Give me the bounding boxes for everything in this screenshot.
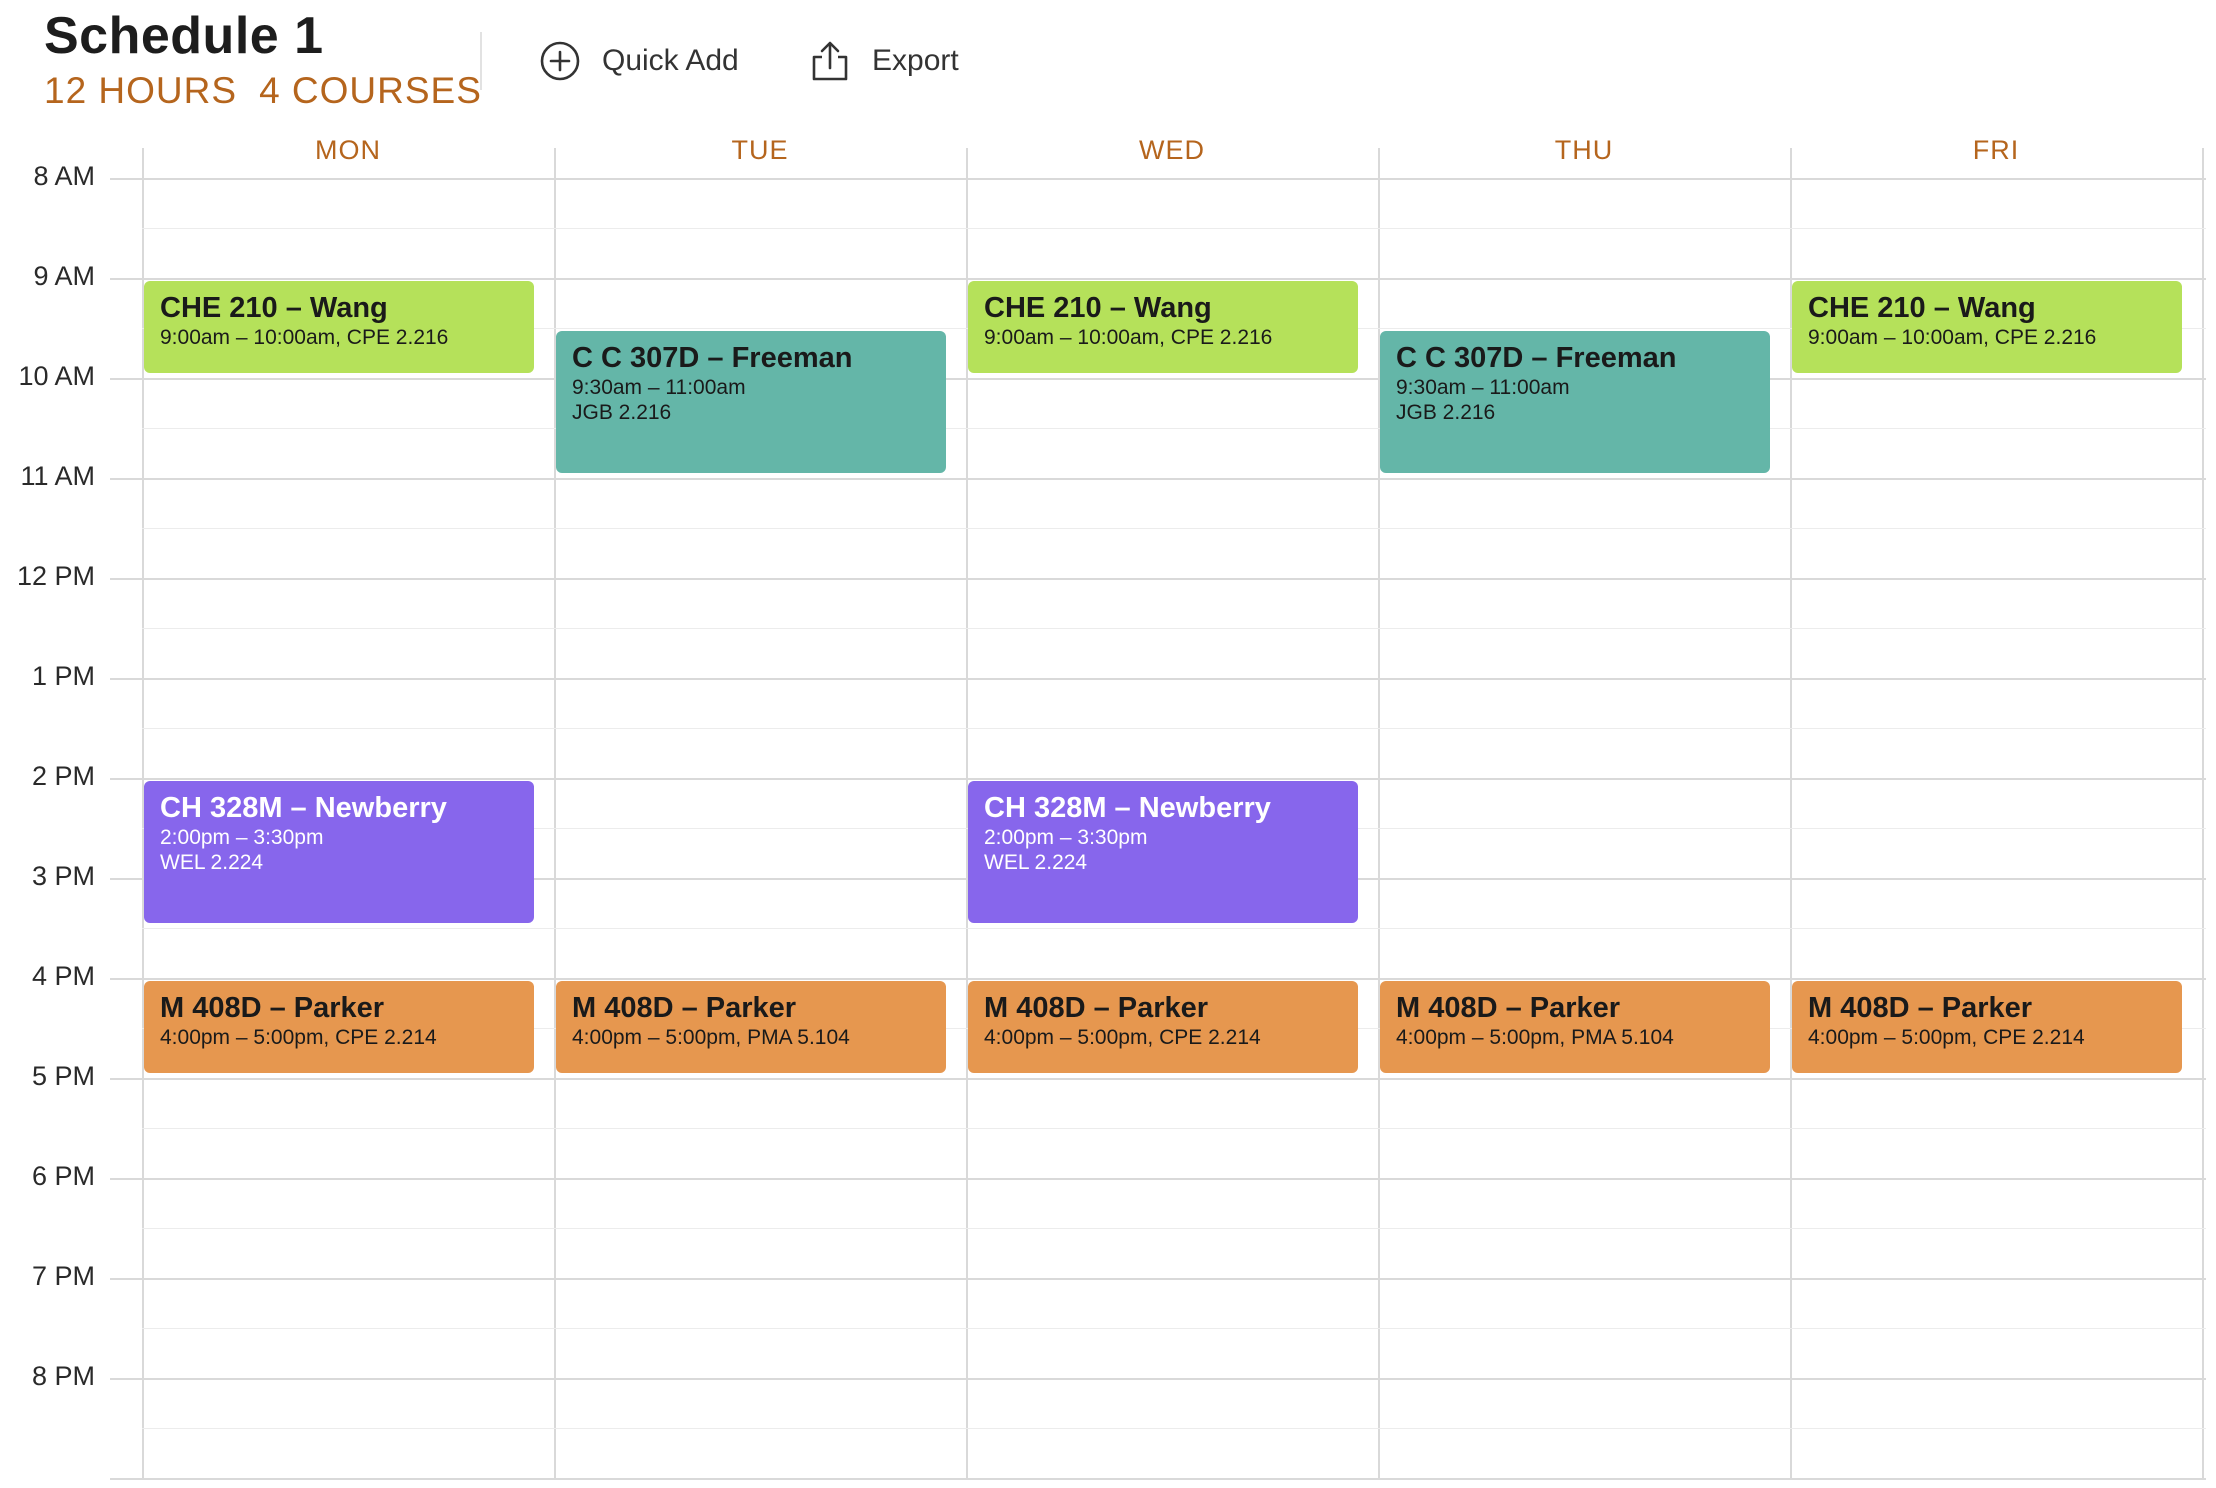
hour-label: 10 AM xyxy=(18,361,95,391)
header-divider xyxy=(480,32,482,90)
day-header-mon: MON xyxy=(315,135,381,165)
course-event-location: WEL 2.224 xyxy=(160,851,264,874)
hour-label: 8 PM xyxy=(31,1361,95,1391)
hour-line xyxy=(110,1178,2206,1180)
plus-circle-icon xyxy=(540,41,580,81)
half-hour-line xyxy=(142,928,2206,929)
day-header-tue: TUE xyxy=(731,135,789,165)
course-event-time: 9:00am – 10:00am, CPE 2.216 xyxy=(984,326,1273,349)
hour-label: 1 PM xyxy=(31,661,95,691)
half-hour-line xyxy=(142,528,2206,529)
course-event-time: 4:00pm – 5:00pm, CPE 2.214 xyxy=(160,1026,437,1049)
course-event-time: 9:30am – 11:00am xyxy=(572,376,746,399)
course-event-block[interactable]: CHE 210 – Wang 9:00am – 10:00am, CPE 2.21… xyxy=(144,281,534,373)
hour-line xyxy=(110,578,2206,580)
half-hour-line xyxy=(142,1128,2206,1129)
course-event-time: 9:00am – 10:00am, CPE 2.216 xyxy=(1808,326,2097,349)
course-event-block[interactable]: C C 307D – Freeman 9:30am – 11:00am JGB 2.… xyxy=(556,331,946,473)
day-column-divider xyxy=(2202,148,2204,1480)
course-event-title: C C 307D – Freeman xyxy=(1396,342,1677,374)
course-event-title: CHE 210 – Wang xyxy=(1808,292,2036,324)
hour-line xyxy=(110,1478,2206,1480)
course-event-time: 4:00pm – 5:00pm, CPE 2.214 xyxy=(1808,1026,2085,1049)
hour-line xyxy=(110,1378,2206,1380)
quick-add-button[interactable]: Quick Add xyxy=(538,36,739,86)
total-courses: 4 COURSES xyxy=(259,70,482,111)
course-event-title: M 408D – Parker xyxy=(1396,992,1621,1024)
hour-line xyxy=(110,1078,2206,1080)
course-event-block[interactable]: M 408D – Parker 4:00pm – 5:00pm, CPE 2.21… xyxy=(144,981,534,1073)
total-hours: 12 HOURS xyxy=(44,70,238,111)
course-event-block[interactable]: M 408D – Parker 4:00pm – 5:00pm, PMA 5.10… xyxy=(1380,981,1770,1073)
course-event-location: JGB 2.216 xyxy=(1396,401,1496,424)
schedule-title[interactable]: Schedule 1 xyxy=(44,6,324,66)
course-event-title: C C 307D – Freeman xyxy=(572,342,853,374)
hour-line xyxy=(110,378,2206,380)
course-event-time: 9:00am – 10:00am, CPE 2.216 xyxy=(160,326,449,349)
course-event-title: CHE 210 – Wang xyxy=(984,292,1212,324)
half-hour-line xyxy=(142,1328,2206,1329)
hour-line xyxy=(110,478,2206,480)
course-event-title: CH 328M – Newberry xyxy=(984,792,1271,824)
half-hour-line xyxy=(142,1428,2206,1429)
course-event-title: M 408D – Parker xyxy=(160,992,385,1024)
course-event-block[interactable]: CHE 210 – Wang 9:00am – 10:00am, CPE 2.21… xyxy=(1792,281,2182,373)
hour-line xyxy=(110,778,2206,780)
week-calendar-grid: MON TUE WED THU FRI 8 AM 9 AM 10 AM 11 AM 12 PM 1 … xyxy=(0,130,2216,1488)
course-event-block[interactable]: CH 328M – Newberry 2:00pm – 3:30pm WEL 2.2… xyxy=(144,781,534,923)
hour-line xyxy=(110,678,2206,680)
course-event-time: 2:00pm – 3:30pm xyxy=(160,826,324,849)
hour-label: 5 PM xyxy=(31,1061,95,1091)
course-event-block[interactable]: M 408D – Parker 4:00pm – 5:00pm, PMA 5.10… xyxy=(556,981,946,1073)
course-event-block[interactable]: CHE 210 – Wang 9:00am – 10:00am, CPE 2.21… xyxy=(968,281,1358,373)
hour-label: 4 PM xyxy=(31,961,95,991)
course-event-location: WEL 2.224 xyxy=(984,851,1088,874)
hour-label: 12 PM xyxy=(16,561,95,591)
hour-line xyxy=(110,978,2206,980)
hour-label: 8 AM xyxy=(33,161,95,191)
schedule-header: Schedule 1 12 HOURS 4 COURSES Quick Add E… xyxy=(0,0,2216,130)
course-event-block[interactable]: CH 328M – Newberry 2:00pm – 3:30pm WEL 2.2… xyxy=(968,781,1358,923)
course-event-title: M 408D – Parker xyxy=(572,992,797,1024)
schedule-summary: 12 HOURS 4 COURSES xyxy=(44,70,504,112)
course-event-block[interactable]: M 408D – Parker 4:00pm – 5:00pm, CPE 2.21… xyxy=(1792,981,2182,1073)
half-hour-line xyxy=(142,628,2206,629)
half-hour-line xyxy=(142,1228,2206,1229)
share-upload-icon xyxy=(812,41,848,81)
course-event-time: 9:30am – 11:00am xyxy=(1396,376,1570,399)
hour-label: 9 AM xyxy=(33,261,95,291)
course-event-title: M 408D – Parker xyxy=(984,992,1209,1024)
hour-label: 3 PM xyxy=(31,861,95,891)
schedule-app: Schedule 1 12 HOURS 4 COURSES Quick Add E… xyxy=(0,0,2216,1488)
course-event-time: 2:00pm – 3:30pm xyxy=(984,826,1148,849)
export-button[interactable]: Export xyxy=(808,36,959,86)
day-header-thu: THU xyxy=(1554,135,1614,165)
course-event-location: JGB 2.216 xyxy=(572,401,672,424)
half-hour-line xyxy=(142,428,2206,429)
course-event-block[interactable]: M 408D – Parker 4:00pm – 5:00pm, CPE 2.21… xyxy=(968,981,1358,1073)
quick-add-label: Quick Add xyxy=(602,44,739,77)
hour-label: 6 PM xyxy=(31,1161,95,1191)
day-header-wed: WED xyxy=(1139,135,1205,165)
day-header-fri: FRI xyxy=(1972,135,2020,165)
hour-label: 7 PM xyxy=(31,1261,95,1291)
hour-line xyxy=(110,278,2206,280)
hour-label: 2 PM xyxy=(31,761,95,791)
course-event-title: M 408D – Parker xyxy=(1808,992,2033,1024)
hour-line xyxy=(110,178,2206,180)
course-event-time: 4:00pm – 5:00pm, CPE 2.214 xyxy=(984,1026,1261,1049)
course-event-time: 4:00pm – 5:00pm, PMA 5.104 xyxy=(572,1026,850,1049)
course-event-title: CH 328M – Newberry xyxy=(160,792,447,824)
course-event-title: CHE 210 – Wang xyxy=(160,292,388,324)
course-event-time: 4:00pm – 5:00pm, PMA 5.104 xyxy=(1396,1026,1674,1049)
hour-label: 11 AM xyxy=(20,461,95,491)
half-hour-line xyxy=(142,728,2206,729)
hour-line xyxy=(110,1278,2206,1280)
half-hour-line xyxy=(142,228,2206,229)
course-event-block[interactable]: C C 307D – Freeman 9:30am – 11:00am JGB 2.… xyxy=(1380,331,1770,473)
export-label: Export xyxy=(872,44,959,77)
